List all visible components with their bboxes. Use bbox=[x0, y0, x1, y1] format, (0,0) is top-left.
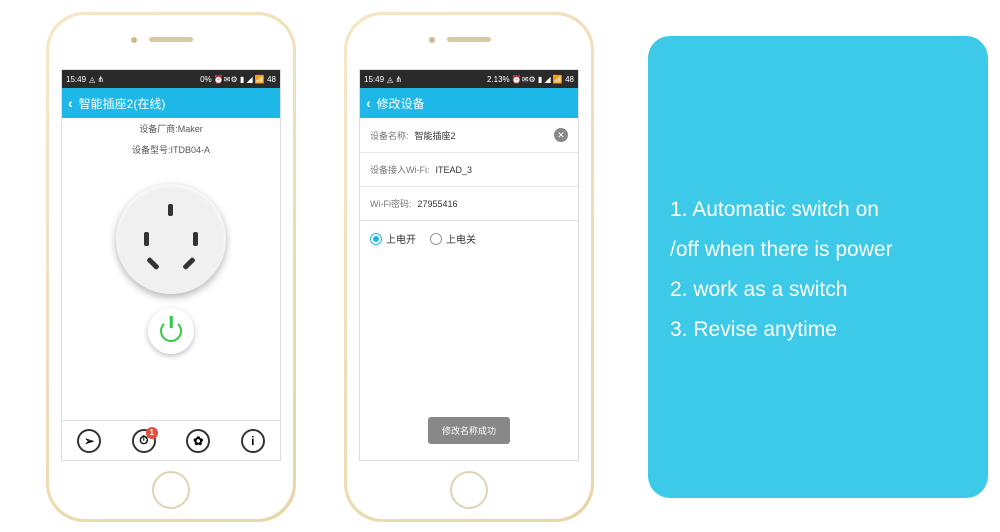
socket-icon bbox=[116, 184, 226, 294]
wifi-password-field: 27955416 bbox=[418, 199, 569, 209]
settings-icon[interactable]: ✿ bbox=[186, 429, 210, 453]
page-title: 修改设备 bbox=[377, 95, 425, 112]
feature-line-4: 3. Revise anytime bbox=[670, 310, 966, 350]
feature-line-1: 1. Automatic switch on bbox=[670, 190, 966, 230]
back-icon[interactable]: ‹ bbox=[68, 95, 73, 111]
feature-line-2: /off when there is power bbox=[670, 230, 966, 270]
wifi-row[interactable]: 设备接入Wi-Fi: ITEAD_3 bbox=[360, 153, 578, 187]
wifi-password-row[interactable]: Wi-Fi密码: 27955416 bbox=[360, 187, 578, 221]
feature-line-3: 2. work as a switch bbox=[670, 270, 966, 310]
power-on-state-row: 上电开 上电关 bbox=[360, 221, 578, 256]
radio-power-on[interactable]: 上电开 bbox=[370, 231, 416, 246]
share-icon[interactable]: ➢ bbox=[77, 429, 101, 453]
android-status-bar: 15:49◬ ⋔ 2.13% ⏰✉⚙ ▮ ◢ 📶 48 bbox=[360, 70, 578, 88]
app-header: ‹ 智能插座2(在线) bbox=[62, 88, 280, 118]
home-button[interactable] bbox=[450, 471, 488, 509]
feature-panel: 1. Automatic switch on /off when there i… bbox=[648, 36, 988, 498]
device-vendor: 设备厂商:Maker bbox=[62, 118, 280, 139]
power-icon bbox=[160, 320, 182, 342]
timer-icon[interactable]: ⏱ 1 bbox=[132, 429, 156, 453]
phone-mockup-2: 15:49◬ ⋔ 2.13% ⏰✉⚙ ▮ ◢ 📶 48 ‹ 修改设备 设备名称:… bbox=[344, 12, 594, 522]
wifi-field: ITEAD_3 bbox=[436, 165, 569, 175]
radio-checked-icon bbox=[370, 233, 382, 245]
toast-message: 修改名称成功 bbox=[428, 417, 510, 444]
app-header: ‹ 修改设备 bbox=[360, 88, 578, 118]
clear-icon[interactable]: ✕ bbox=[554, 128, 568, 142]
screen-1: 15:49◬ ⋔ 0% ⏰✉⚙ ▮ ◢ 📶 48 ‹ 智能插座2(在线) 设备厂… bbox=[61, 69, 281, 461]
home-button[interactable] bbox=[152, 471, 190, 509]
radio-power-off[interactable]: 上电关 bbox=[430, 231, 476, 246]
screen-2: 15:49◬ ⋔ 2.13% ⏰✉⚙ ▮ ◢ 📶 48 ‹ 修改设备 设备名称:… bbox=[359, 69, 579, 461]
android-status-bar: 15:49◬ ⋔ 0% ⏰✉⚙ ▮ ◢ 📶 48 bbox=[62, 70, 280, 88]
power-button[interactable] bbox=[148, 308, 194, 354]
phone-mockup-1: 15:49◬ ⋔ 0% ⏰✉⚙ ▮ ◢ 📶 48 ‹ 智能插座2(在线) 设备厂… bbox=[46, 12, 296, 522]
back-icon[interactable]: ‹ bbox=[366, 95, 371, 111]
timer-badge: 1 bbox=[146, 427, 158, 439]
radio-unchecked-icon bbox=[430, 233, 442, 245]
device-name-row[interactable]: 设备名称: 智能插座2 ✕ bbox=[360, 118, 578, 153]
bottom-toolbar: ➢ ⏱ 1 ✿ i bbox=[62, 420, 280, 460]
device-name-field: 智能插座2 bbox=[415, 129, 548, 142]
device-model: 设备型号:ITDB04-A bbox=[62, 139, 280, 160]
page-title: 智能插座2(在线) bbox=[79, 95, 166, 112]
info-icon[interactable]: i bbox=[241, 429, 265, 453]
